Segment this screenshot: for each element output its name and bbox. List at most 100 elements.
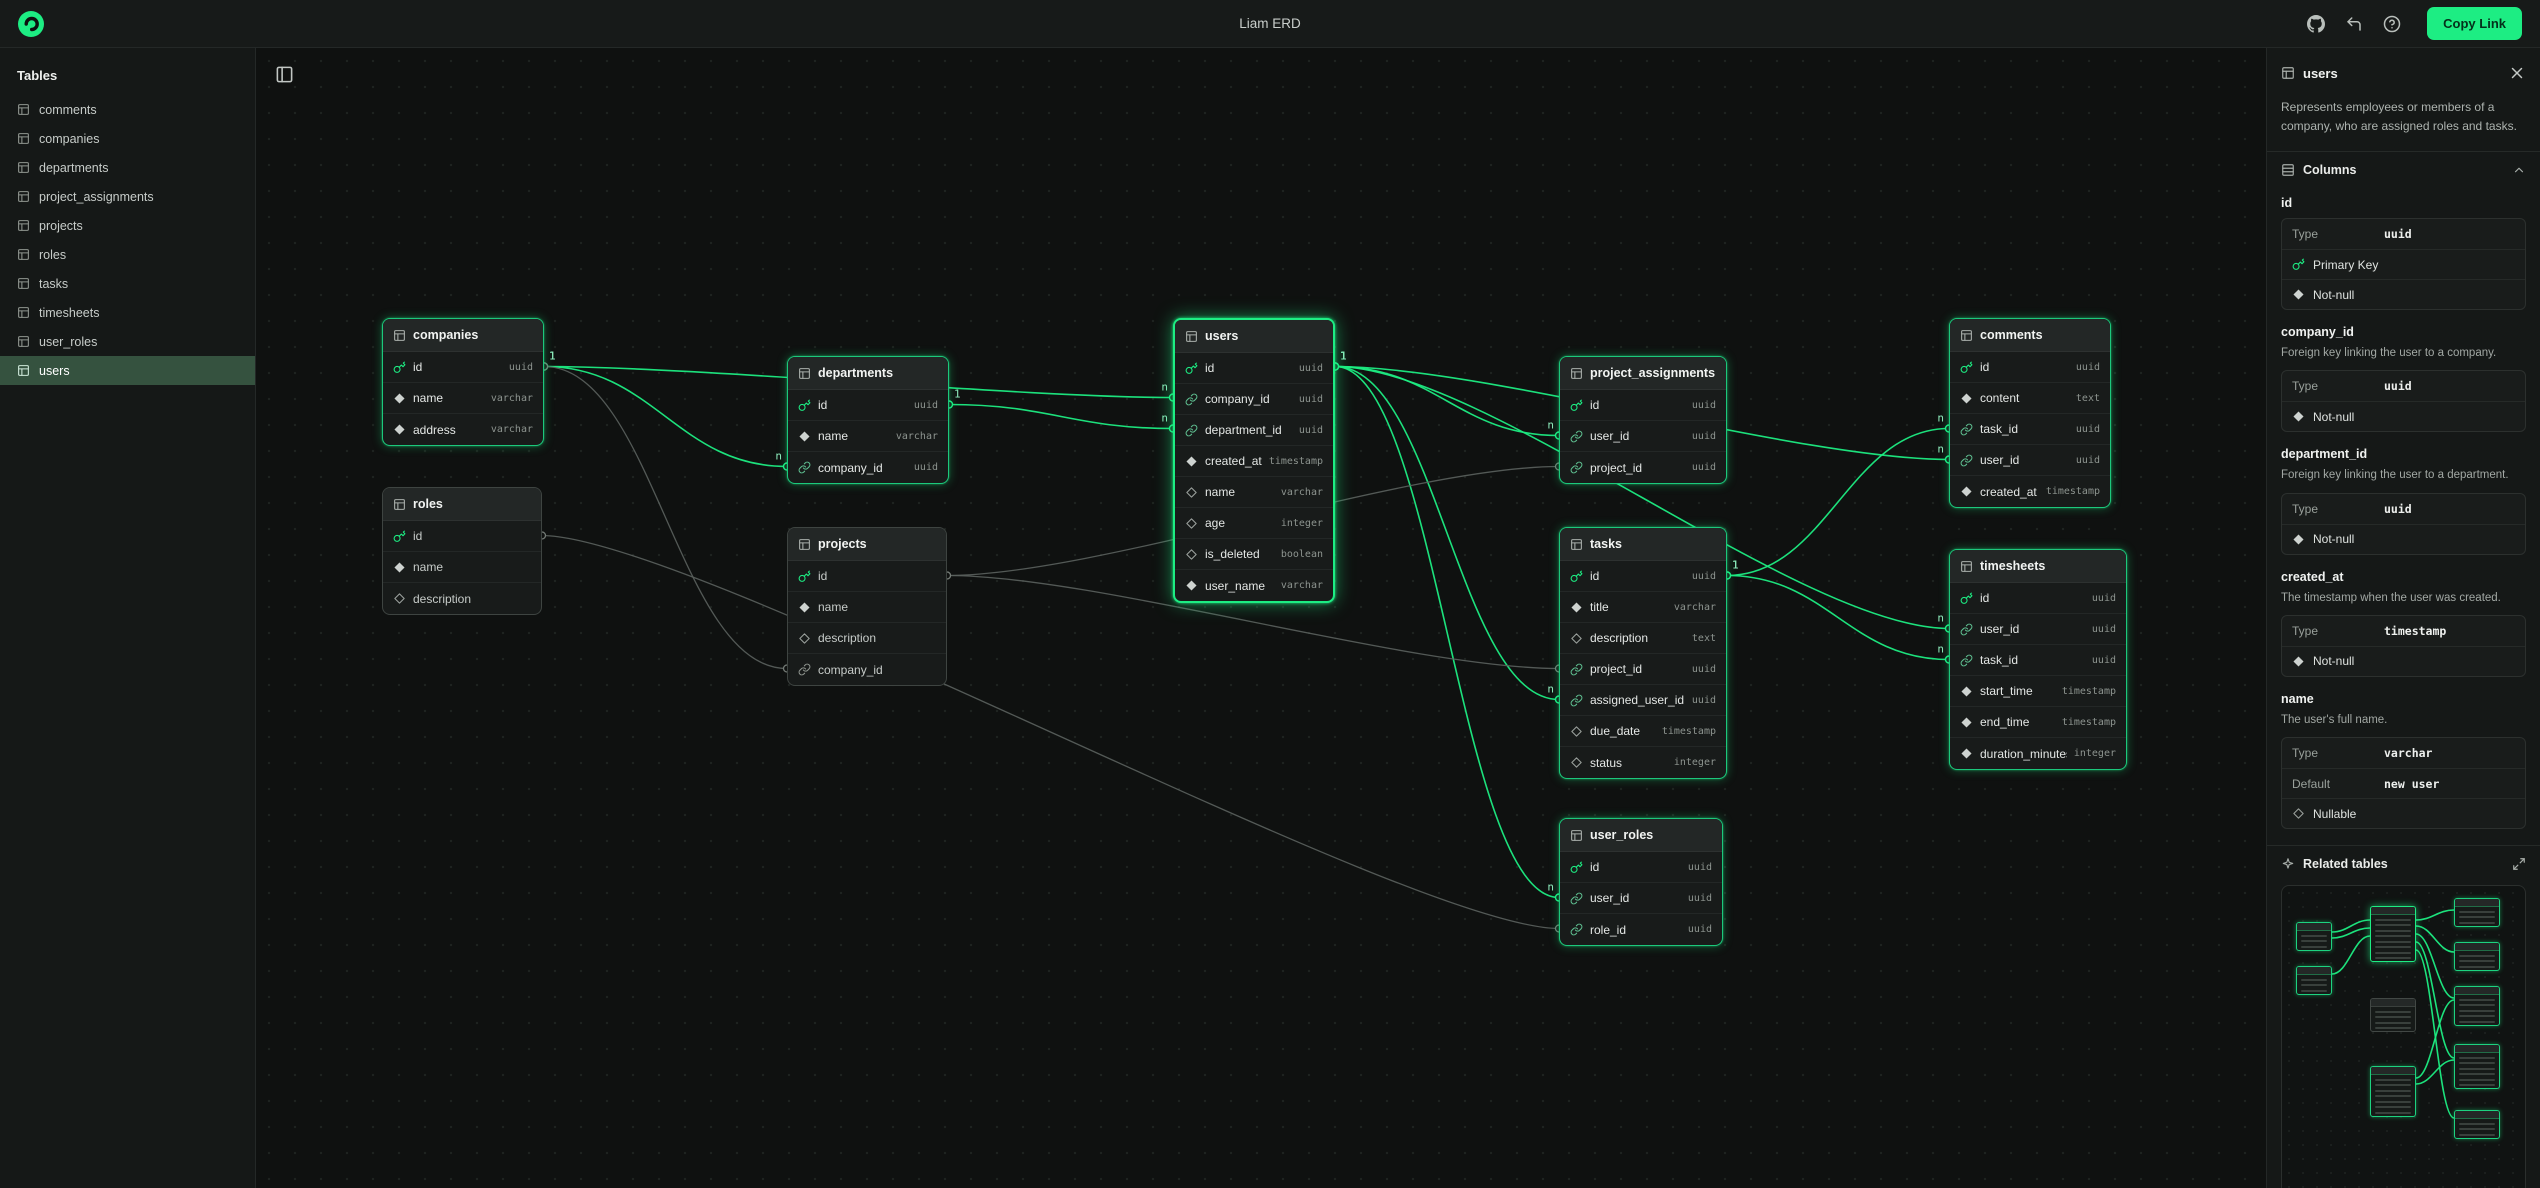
erd-column-timesheets-task_id[interactable]: task_iduuid — [1950, 645, 2126, 676]
erd-column-tasks-title[interactable]: titlevarchar — [1560, 592, 1726, 623]
erd-column-comments-id[interactable]: iduuid — [1950, 352, 2110, 383]
erd-column-users-created_at[interactable]: created_attimestamp — [1175, 446, 1333, 477]
erd-table-header[interactable]: departments — [788, 357, 948, 390]
sidebar-toggle-button[interactable] — [268, 58, 300, 90]
table-icon — [17, 277, 30, 290]
minimap-table-header — [2455, 987, 2499, 995]
erd-column-comments-content[interactable]: contenttext — [1950, 383, 2110, 414]
erd-table-header[interactable]: tasks — [1560, 528, 1726, 561]
erd-column-timesheets-end_time[interactable]: end_timetimestamp — [1950, 707, 2126, 738]
erd-table-roles[interactable]: rolesidname description — [382, 487, 542, 615]
erd-column-companies-name[interactable]: namevarchar — [383, 383, 543, 414]
erd-table-comments[interactable]: comments iduuidcontenttexttask_iduuiduser… — [1949, 318, 2111, 508]
erd-column-companies-id[interactable]: iduuid — [383, 352, 543, 383]
related-tables-minimap[interactable] — [2281, 885, 2526, 1188]
sidebar-item-roles[interactable]: roles — [0, 240, 255, 269]
expand-icon[interactable] — [2512, 857, 2526, 871]
erd-table-users[interactable]: usersiduuidcompany_iduuiddepartment_iduu… — [1173, 318, 1335, 603]
column-name: id — [818, 398, 907, 412]
erd-column-users-age[interactable]: ageinteger — [1175, 508, 1333, 539]
erd-table-projects[interactable]: projectsidnamedescriptioncompany_id — [787, 527, 947, 686]
github-icon[interactable] — [2307, 15, 2325, 33]
erd-table-header[interactable]: users — [1175, 320, 1333, 353]
erd-table-departments[interactable]: departmentsiduuidnamevarcharcompany_iduu… — [787, 356, 949, 484]
erd-column-user_roles-id[interactable]: iduuid — [1560, 852, 1722, 883]
chevron-up-icon[interactable] — [2512, 163, 2526, 177]
erd-column-comments-user_id[interactable]: user_iduuid — [1950, 445, 2110, 476]
sidebar-item-users[interactable]: users — [0, 356, 255, 385]
erd-column-user_roles-role_id[interactable]: role_iduuid — [1560, 914, 1722, 945]
erd-table-timesheets[interactable]: timesheetsiduuiduser_iduuidtask_iduuidst… — [1949, 549, 2127, 770]
sidebar-item-project_assignments[interactable]: project_assignments — [0, 182, 255, 211]
related-tables-header[interactable]: Related tables — [2267, 846, 2540, 875]
panel-column-name: department_id — [2281, 447, 2526, 461]
erd-column-tasks-due_date[interactable]: due_datetimestamp — [1560, 716, 1726, 747]
erd-table-header[interactable]: companies — [383, 319, 543, 352]
erd-column-projects-description[interactable]: description — [788, 623, 946, 654]
help-icon[interactable] — [2383, 15, 2401, 33]
erd-column-users-department_id[interactable]: department_iduuid — [1175, 415, 1333, 446]
columns-section-header[interactable]: Columns — [2267, 152, 2540, 181]
sidebar-item-comments[interactable]: comments — [0, 95, 255, 124]
erd-column-roles-name[interactable]: name — [383, 552, 541, 583]
erd-table-user_roles[interactable]: user_rolesiduuiduser_iduuidrole_iduuid — [1559, 818, 1723, 946]
erd-table-header[interactable]: roles — [383, 488, 541, 521]
table-icon — [17, 364, 30, 377]
share-icon[interactable] — [2345, 15, 2363, 33]
erd-column-tasks-id[interactable]: iduuid — [1560, 561, 1726, 592]
erd-table-header[interactable]: project_assignments — [1560, 357, 1726, 390]
close-panel-icon[interactable] — [2508, 64, 2526, 82]
column-type: uuid — [1692, 571, 1716, 582]
primary-key-icon — [1570, 570, 1583, 583]
erd-column-projects-name[interactable]: name — [788, 592, 946, 623]
erd-column-roles-description[interactable]: description — [383, 583, 541, 614]
minimap-row — [2459, 1128, 2495, 1130]
erd-column-project_assignments-project_id[interactable]: project_iduuid — [1560, 452, 1726, 483]
erd-column-departments-company_id[interactable]: company_iduuid — [788, 452, 948, 483]
erd-column-tasks-assigned_user_id[interactable]: assigned_user_iduuid — [1560, 685, 1726, 716]
erd-table-tasks[interactable]: tasksiduuidtitlevarchardescriptiontextpr… — [1559, 527, 1727, 779]
sidebar-item-user_roles[interactable]: user_roles — [0, 327, 255, 356]
erd-column-tasks-status[interactable]: statusinteger — [1560, 747, 1726, 778]
erd-table-name: comments — [1980, 328, 2043, 342]
erd-column-departments-id[interactable]: iduuid — [788, 390, 948, 421]
erd-column-projects-company_id[interactable]: company_id — [788, 654, 946, 685]
foreign-key-icon — [1570, 923, 1583, 936]
erd-column-companies-address[interactable]: addressvarchar — [383, 414, 543, 445]
minimap-table-header — [2455, 943, 2499, 951]
erd-column-timesheets-user_id[interactable]: user_iduuid — [1950, 614, 2126, 645]
erd-table-header[interactable]: projects — [788, 528, 946, 561]
erd-column-project_assignments-id[interactable]: iduuid — [1560, 390, 1726, 421]
erd-table-project_assignments[interactable]: project_assignmentsiduuiduser_iduuidproj… — [1559, 356, 1727, 484]
erd-column-timesheets-id[interactable]: iduuid — [1950, 583, 2126, 614]
erd-table-header[interactable]: timesheets — [1950, 550, 2126, 583]
sidebar-item-timesheets[interactable]: timesheets — [0, 298, 255, 327]
copy-link-button[interactable]: Copy Link — [2427, 7, 2522, 40]
erd-column-users-id[interactable]: iduuid — [1175, 353, 1333, 384]
sidebar-item-companies[interactable]: companies — [0, 124, 255, 153]
erd-column-users-is_deleted[interactable]: is_deletedboolean — [1175, 539, 1333, 570]
erd-column-timesheets-start_time[interactable]: start_timetimestamp — [1950, 676, 2126, 707]
erd-column-users-name[interactable]: namevarchar — [1175, 477, 1333, 508]
erd-table-header[interactable]: user_roles — [1560, 819, 1722, 852]
erd-column-roles-id[interactable]: id — [383, 521, 541, 552]
sidebar-item-departments[interactable]: departments — [0, 153, 255, 182]
erd-column-project_assignments-user_id[interactable]: user_iduuid — [1560, 421, 1726, 452]
sidebar-item-tasks[interactable]: tasks — [0, 269, 255, 298]
erd-column-comments-task_id[interactable]: task_iduuid — [1950, 414, 2110, 445]
erd-column-tasks-project_id[interactable]: project_iduuid — [1560, 654, 1726, 685]
erd-column-timesheets-duration_minutes[interactable]: duration_minutesinteger — [1950, 738, 2126, 769]
erd-table-companies[interactable]: companiesiduuidnamevarcharaddressvarchar — [382, 318, 544, 446]
app-title: Liam ERD — [1239, 16, 1301, 31]
sidebar-item-projects[interactable]: projects — [0, 211, 255, 240]
erd-column-comments-created_at[interactable]: created_attimestamp — [1950, 476, 2110, 507]
column-name: description — [413, 592, 531, 606]
erd-column-tasks-description[interactable]: descriptiontext — [1560, 623, 1726, 654]
erd-column-users-company_id[interactable]: company_iduuid — [1175, 384, 1333, 415]
erd-column-user_roles-user_id[interactable]: user_iduuid — [1560, 883, 1722, 914]
erd-table-header[interactable]: comments — [1950, 319, 2110, 352]
erd-column-departments-name[interactable]: namevarchar — [788, 421, 948, 452]
erd-column-projects-id[interactable]: id — [788, 561, 946, 592]
erd-canvas[interactable]: 1n1n1n1n1n1n1n1n1n1n companiesiduuidname… — [256, 48, 2266, 1188]
erd-column-users-user_name[interactable]: user_namevarchar — [1175, 570, 1333, 601]
